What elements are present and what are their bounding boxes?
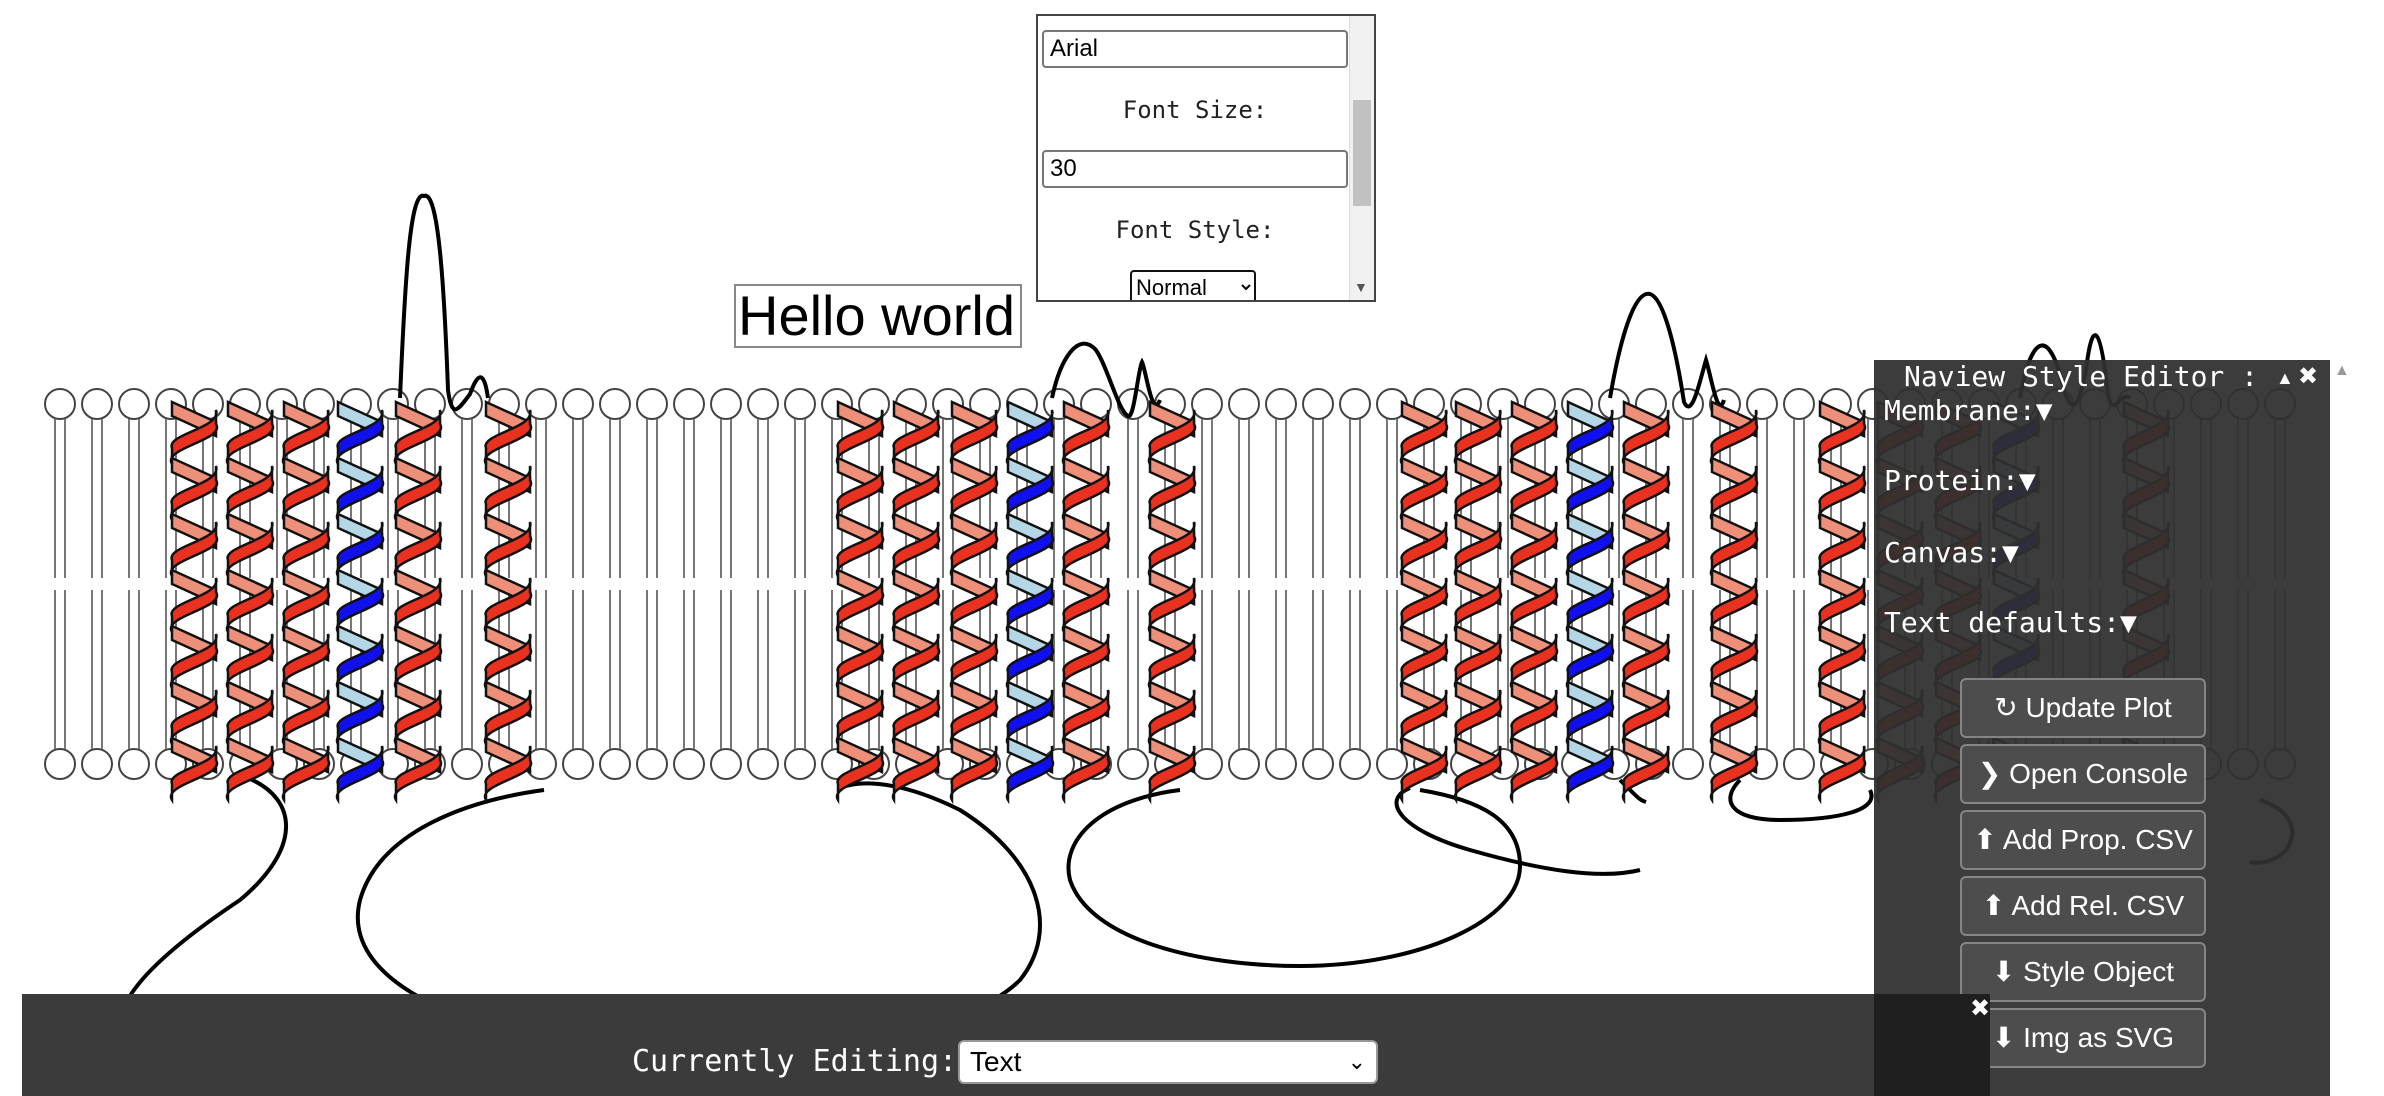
lipid-head: [118, 388, 150, 420]
font-size-label: Font Size:: [1122, 96, 1268, 124]
lipid-head: [599, 388, 631, 420]
currently-editing-select[interactable]: Text ⌄: [958, 1040, 1378, 1084]
lipid-head: [562, 748, 594, 780]
lipid-head: [1746, 388, 1778, 420]
lipid-head: [784, 388, 816, 420]
font-settings-content: Font Size: Font Style: NormalItalicBold: [1038, 16, 1352, 300]
lipid-head: [710, 388, 742, 420]
chevron-down-icon: ⌄: [1347, 1049, 1366, 1074]
lipid-head: [1191, 748, 1223, 780]
lipid-head: [118, 748, 150, 780]
transmembrane-helix: [1709, 400, 1759, 805]
transmembrane-helices: [169, 400, 2171, 805]
collapse-icon[interactable]: ▲: [2276, 368, 2294, 389]
lipid-head: [562, 388, 594, 420]
lipid-head: [747, 388, 779, 420]
bottom-editing-bar: ✖ Currently Editing: Text ⌄: [22, 994, 1990, 1096]
loop-top-3: [1608, 291, 1726, 409]
font-style-select[interactable]: NormalItalicBold: [1130, 270, 1256, 300]
naview-style-editor-panel: Naview Style Editor : ▲ ✖ Membrane:▼ Pro…: [1874, 360, 2330, 1096]
hello-world-text[interactable]: Hello world: [734, 284, 1022, 348]
lipid-head: [451, 388, 483, 420]
transmembrane-helix: [1005, 400, 1055, 805]
open-console-button[interactable]: ❯ Open Console: [1960, 744, 2206, 804]
lipid-head: [1672, 748, 1704, 780]
lipid-head: [1265, 748, 1297, 780]
add-rel-csv-button[interactable]: ⬆ Add Rel. CSV: [1960, 876, 2206, 936]
font-size-input[interactable]: [1042, 150, 1348, 188]
scroll-down-arrow-icon[interactable]: ▼: [1354, 280, 1368, 294]
lipid-head: [1117, 748, 1149, 780]
font-family-input[interactable]: [1042, 30, 1348, 68]
lipid-head: [44, 388, 76, 420]
download-img-svg-button[interactable]: ⬇ Img as SVG: [1960, 1008, 2206, 1068]
loop-bottom-3: [1066, 788, 1523, 969]
loop-bottom-4: [1394, 786, 1641, 876]
protein-section-toggle[interactable]: Protein:▼: [1884, 464, 2036, 498]
lipid-head: [710, 748, 742, 780]
lipid-head: [673, 748, 705, 780]
lipid-head: [1302, 388, 1334, 420]
loop-top-1: [398, 193, 490, 412]
lipid-head: [784, 748, 816, 780]
lipid-head: [1339, 388, 1371, 420]
lipid-head: [1783, 388, 1815, 420]
lipid-head: [1783, 748, 1815, 780]
font-style-label: Font Style:: [1115, 216, 1275, 244]
lipid-head: [1191, 388, 1223, 420]
transmembrane-helix: [281, 400, 331, 805]
membrane-section-toggle[interactable]: Membrane:▼: [1884, 394, 2053, 428]
lipid-head: [1302, 748, 1334, 780]
close-icon[interactable]: ✖: [1970, 994, 1990, 1023]
lipid-head: [1228, 748, 1260, 780]
add-prop-csv-button[interactable]: ⬆ Add Prop. CSV: [1960, 810, 2206, 870]
lipid-head: [81, 748, 113, 780]
download-style-object-button[interactable]: ⬇ Style Object: [1960, 942, 2206, 1002]
loop-bottom-6: [1728, 778, 1874, 823]
lipid-head: [636, 748, 668, 780]
transmembrane-helix: [1061, 400, 1111, 805]
currently-editing-value: Text: [970, 1046, 1022, 1077]
close-icon[interactable]: ✖: [2298, 362, 2318, 391]
popup-scrollbar-thumb[interactable]: [1353, 100, 1371, 206]
transmembrane-helix: [169, 400, 219, 805]
lipid-head: [599, 748, 631, 780]
lipid-head: [1672, 388, 1704, 420]
lipid-head: [747, 748, 779, 780]
lipid-head: [1339, 748, 1371, 780]
transmembrane-helix: [835, 400, 885, 805]
lipid-head: [636, 388, 668, 420]
font-settings-popup: Font Size: Font Style: NormalItalicBold …: [1036, 14, 1376, 302]
transmembrane-helix: [1147, 400, 1197, 805]
lipid-head: [81, 388, 113, 420]
currently-editing-label: Currently Editing:: [632, 1044, 958, 1079]
update-plot-button[interactable]: ↻ Update Plot: [1960, 678, 2206, 738]
canvas-section-toggle[interactable]: Canvas:▼: [1884, 536, 2019, 570]
lipid-head: [1265, 388, 1297, 420]
text-defaults-section-toggle[interactable]: Text defaults:▼: [1884, 606, 2137, 640]
style-editor-title: Naview Style Editor :: [1904, 360, 2259, 393]
lipid-head: [451, 748, 483, 780]
lipid-head: [44, 748, 76, 780]
page-scroll-up-arrow-icon[interactable]: ▲: [2334, 362, 2350, 380]
popup-scrollbar[interactable]: ▼: [1349, 16, 1374, 300]
transmembrane-helix: [1565, 400, 1615, 805]
lipid-head: [673, 388, 705, 420]
lipid-head: [1228, 388, 1260, 420]
